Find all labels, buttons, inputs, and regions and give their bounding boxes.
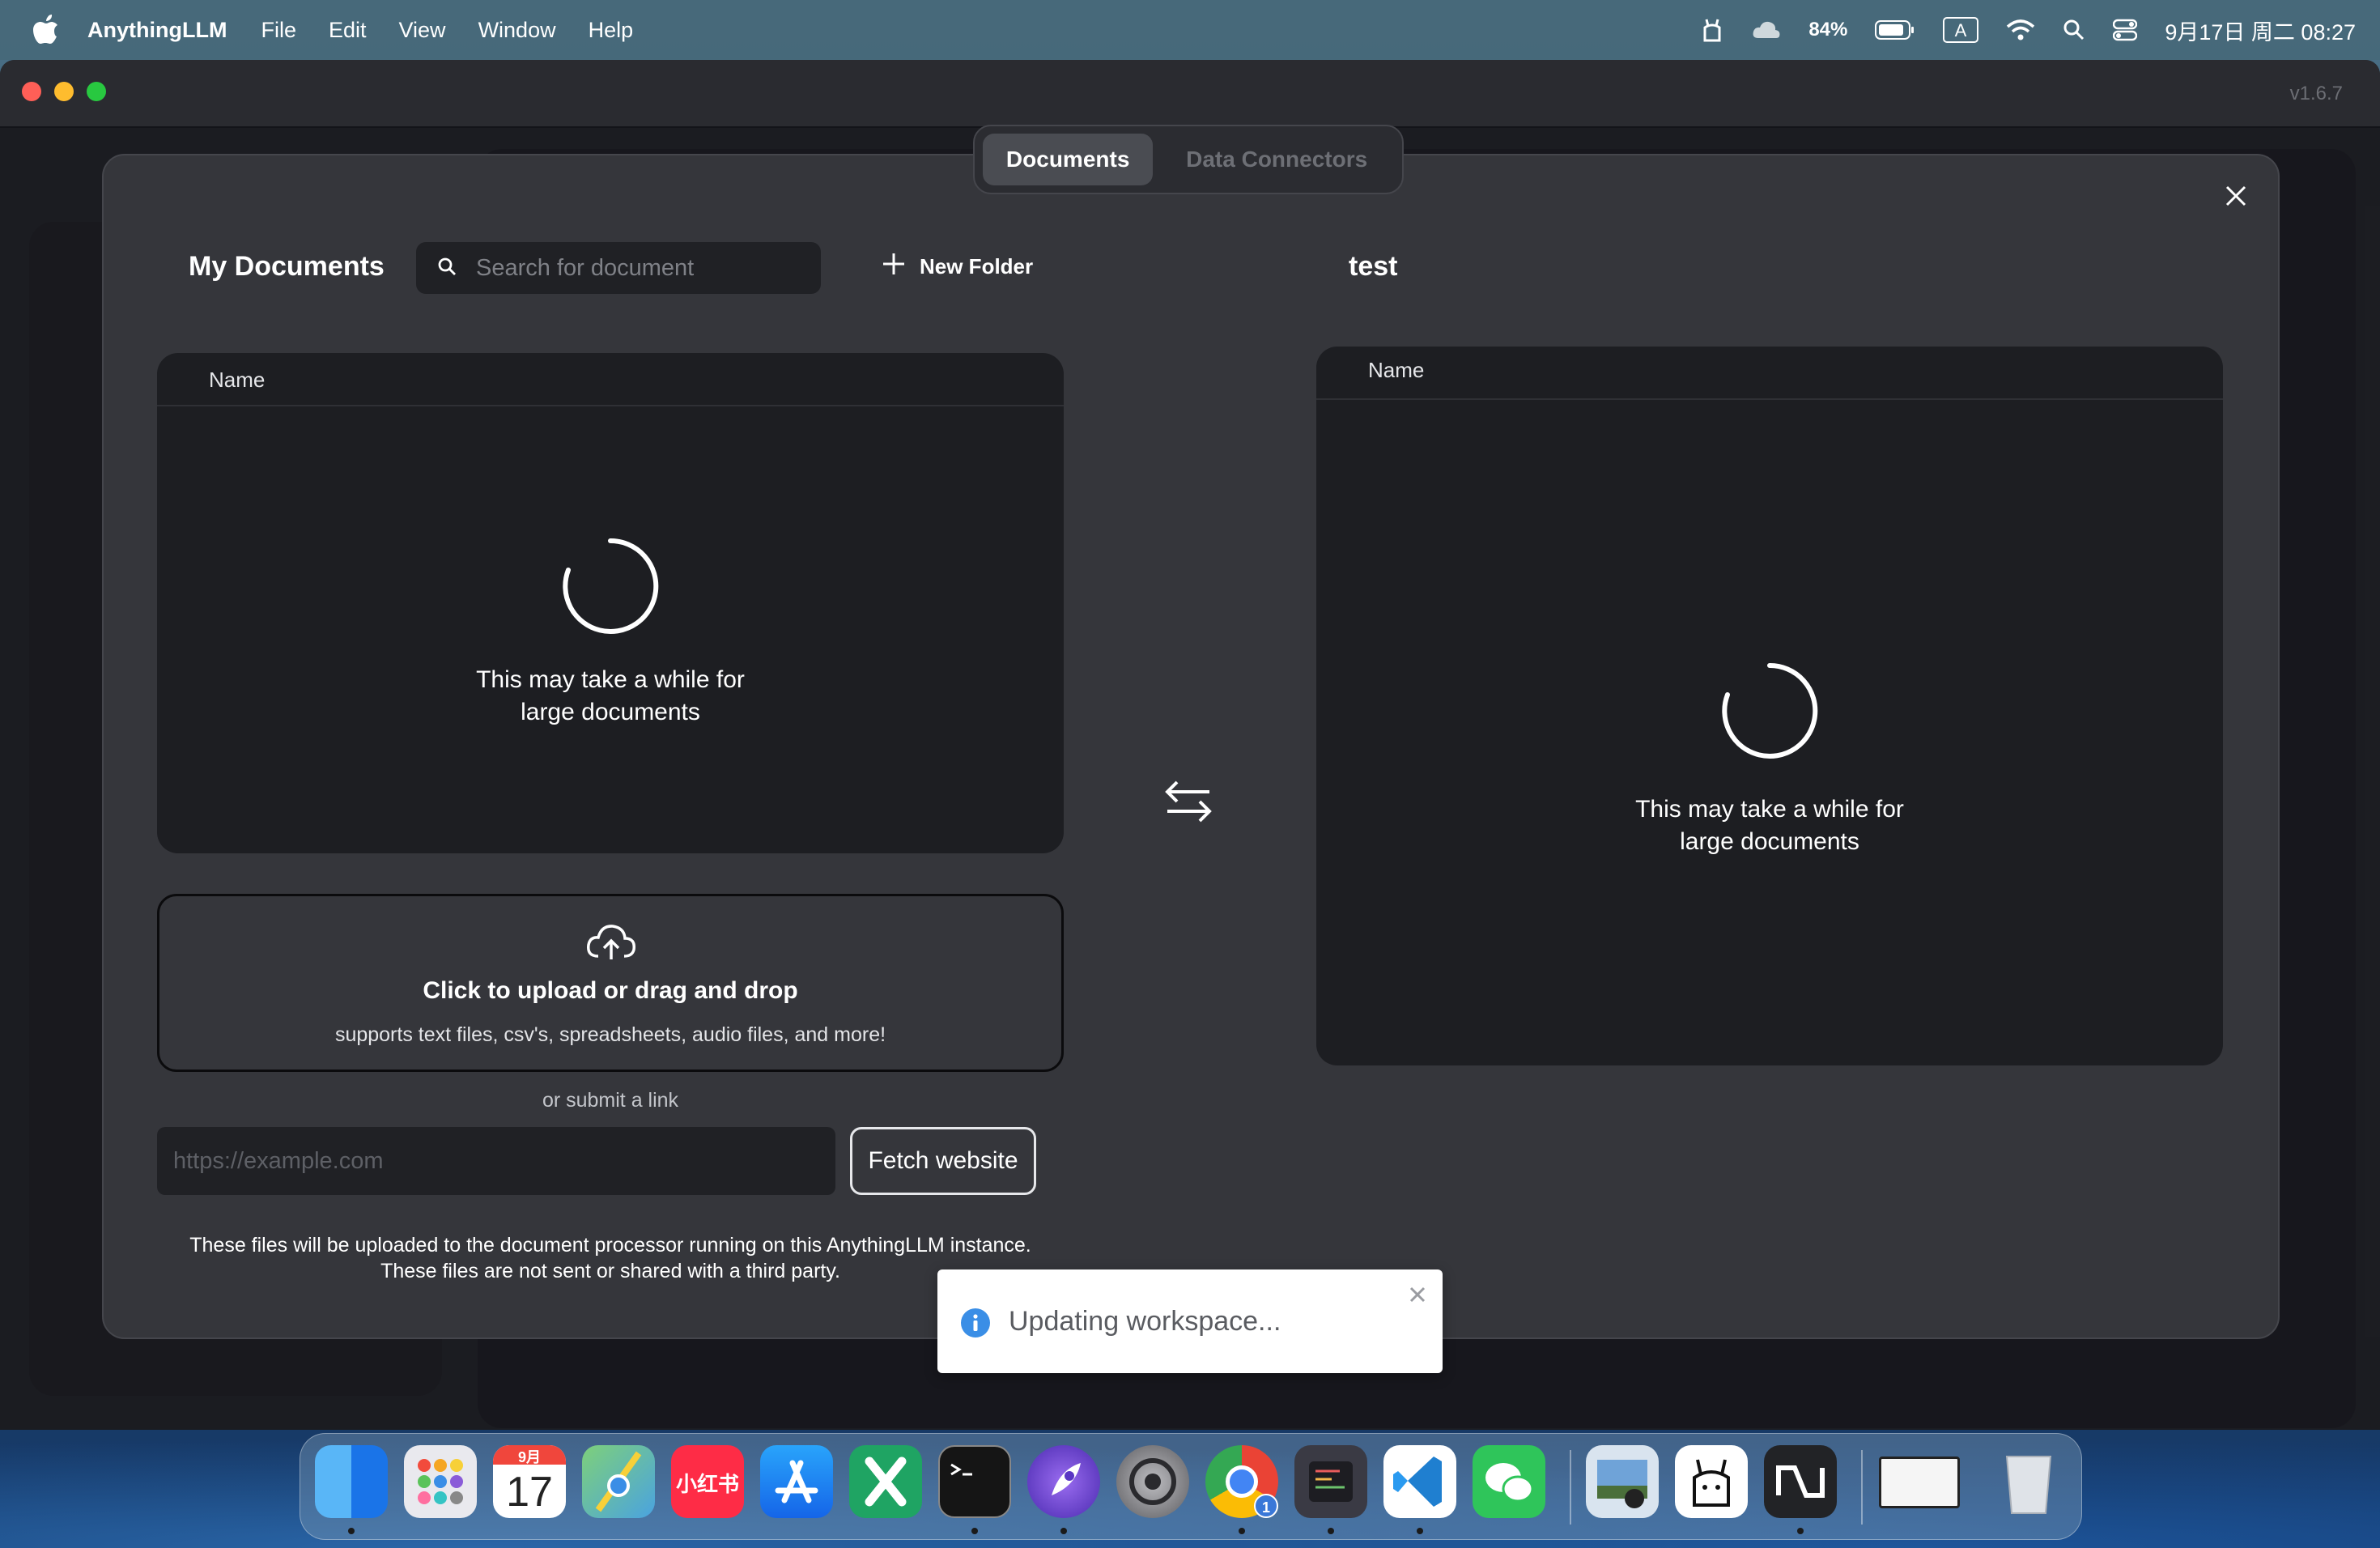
dock-running-indicator — [1328, 1528, 1334, 1534]
workspace-name-column-header[interactable]: Name — [1368, 358, 1424, 383]
menu-file[interactable]: File — [261, 18, 296, 43]
workspace-loading-spinner-icon — [1718, 659, 1821, 763]
wifi-icon[interactable] — [2006, 19, 2035, 41]
new-folder-label: New Folder — [920, 254, 1034, 279]
toast-notification: Updating workspace... — [937, 1269, 1443, 1373]
dock-separator — [1570, 1450, 1571, 1525]
documents-table-header: Name — [157, 353, 1064, 406]
dock-separator — [1861, 1450, 1863, 1525]
dock-minimized-window-icon[interactable] — [1879, 1457, 1960, 1508]
move-documents-icon[interactable] — [1162, 776, 1214, 827]
plus-icon — [881, 251, 907, 283]
document-search — [416, 242, 821, 294]
tab-documents[interactable]: Documents — [983, 134, 1154, 185]
menu-clock[interactable]: 9月17日 周二 08:27 — [2165, 15, 2356, 46]
new-folder-button[interactable]: New Folder — [881, 251, 1033, 283]
url-input[interactable] — [157, 1127, 835, 1195]
dock-running-indicator — [1797, 1528, 1804, 1534]
dock-rocket-icon[interactable] — [1027, 1445, 1100, 1518]
control-center-icon[interactable] — [2113, 19, 2138, 41]
menu-help[interactable]: Help — [589, 18, 634, 43]
dock-calendar-icon[interactable]: 9月 17 — [493, 1445, 566, 1518]
workspace-name: test — [1349, 251, 1398, 282]
dock-app-store-icon[interactable] — [760, 1445, 833, 1518]
dock-vscode-icon[interactable] — [1383, 1445, 1456, 1518]
spotlight-search-icon[interactable] — [2063, 19, 2085, 41]
menu-bar: AnythingLLM File Edit View Window Help 8… — [0, 0, 2380, 60]
toast-close-icon[interactable] — [1407, 1284, 1428, 1309]
window-zoom-button[interactable] — [87, 82, 106, 101]
loading-line-1: This may take a while for — [476, 666, 745, 693]
close-icon[interactable] — [2221, 181, 2250, 211]
search-icon — [437, 257, 457, 280]
dock-wechat-icon[interactable] — [1473, 1445, 1545, 1518]
app-version: v1.6.7 — [2289, 83, 2343, 104]
input-method-icon[interactable]: A — [1943, 17, 1979, 43]
upload-title: Click to upload or drag and drop — [423, 977, 798, 1004]
loading-message: This may take a while for large document… — [448, 664, 772, 729]
loading-spinner-icon — [559, 534, 662, 638]
name-column-header[interactable]: Name — [209, 368, 265, 393]
dock-running-indicator — [1417, 1528, 1423, 1534]
or-submit-link-label: or submit a link — [542, 1089, 679, 1112]
dock-chrome-icon[interactable]: 1 — [1205, 1445, 1278, 1518]
window-minimize-button[interactable] — [54, 82, 74, 101]
modal-tabs: Documents Data Connectors — [973, 125, 1404, 194]
chrome-notification-badge: 1 — [1254, 1494, 1278, 1518]
dock-running-indicator — [971, 1528, 978, 1534]
upload-dropzone[interactable]: Click to upload or drag and drop support… — [157, 894, 1064, 1072]
cloud-upload-icon — [585, 921, 637, 967]
menu-app-name[interactable]: AnythingLLM — [87, 18, 227, 43]
dock-running-indicator — [348, 1528, 355, 1534]
workspace-loading-line-2: large documents — [1680, 828, 1859, 855]
battery-icon[interactable] — [1875, 19, 1915, 40]
menu-view[interactable]: View — [399, 18, 446, 43]
dock-running-indicator — [1239, 1528, 1245, 1534]
dock-launchpad-icon[interactable] — [404, 1445, 477, 1518]
info-icon — [960, 1308, 991, 1342]
calendar-month: 9月 — [517, 1449, 541, 1465]
dock-excel-icon[interactable] — [849, 1445, 922, 1518]
window-titlebar: v1.6.7 — [0, 60, 2380, 128]
dock-editor-icon[interactable] — [1294, 1445, 1367, 1518]
my-documents-panel: Name This may take a while for large doc… — [157, 353, 1064, 853]
menu-edit[interactable]: Edit — [329, 18, 367, 43]
upload-subtitle: supports text files, csv's, spreadsheets… — [334, 1023, 886, 1046]
dock-xiaohongshu-icon[interactable]: 小红书 — [671, 1445, 744, 1518]
dock-system-settings-icon[interactable] — [1116, 1445, 1189, 1518]
dock: 9月 17 小红书 1 — [300, 1433, 2082, 1540]
tab-data-connectors[interactable]: Data Connectors — [1159, 134, 1394, 185]
dock-ollama-icon[interactable] — [1675, 1445, 1748, 1518]
dock-maps-icon[interactable] — [582, 1445, 655, 1518]
dock-anythingllm-icon[interactable] — [1764, 1445, 1837, 1518]
calendar-day: 17 — [506, 1469, 553, 1516]
loading-line-2: large documents — [521, 699, 700, 725]
upload-disclaimer: These files will be uploaded to the docu… — [157, 1232, 1064, 1284]
menu-window[interactable]: Window — [478, 18, 556, 43]
cloud-icon[interactable] — [1752, 19, 1781, 41]
workspace-loading-line-1: This may take a while for — [1635, 796, 1904, 823]
workspace-table-header: Name — [1316, 347, 2223, 400]
svg-text:A: A — [1955, 20, 1967, 40]
search-input[interactable] — [474, 253, 801, 283]
dock-terminal-icon[interactable] — [938, 1445, 1011, 1518]
dock-running-indicator — [1060, 1528, 1067, 1534]
apple-icon[interactable] — [32, 15, 60, 45]
toast-message: Updating workspace... — [1009, 1306, 1281, 1337]
window-close-button[interactable] — [22, 82, 41, 101]
my-documents-title: My Documents — [189, 251, 385, 282]
disclaimer-line-1: These files will be uploaded to the docu… — [189, 1234, 1031, 1257]
dock-finder-icon[interactable] — [315, 1445, 388, 1518]
dock-trash-icon[interactable] — [1992, 1445, 2065, 1518]
battery-percent: 84% — [1808, 19, 1848, 40]
workspace-documents-panel: Name This may take a while for large doc… — [1316, 347, 2223, 1065]
xiaohongshu-label: 小红书 — [675, 1472, 739, 1496]
disclaimer-line-2: These files are not sent or shared with … — [380, 1260, 840, 1282]
dock-preview-icon[interactable] — [1586, 1445, 1659, 1518]
fetch-website-button[interactable]: Fetch website — [850, 1127, 1036, 1195]
workspace-loading-message: This may take a while for large document… — [1608, 793, 1932, 858]
ollama-status-icon[interactable] — [1700, 16, 1724, 44]
